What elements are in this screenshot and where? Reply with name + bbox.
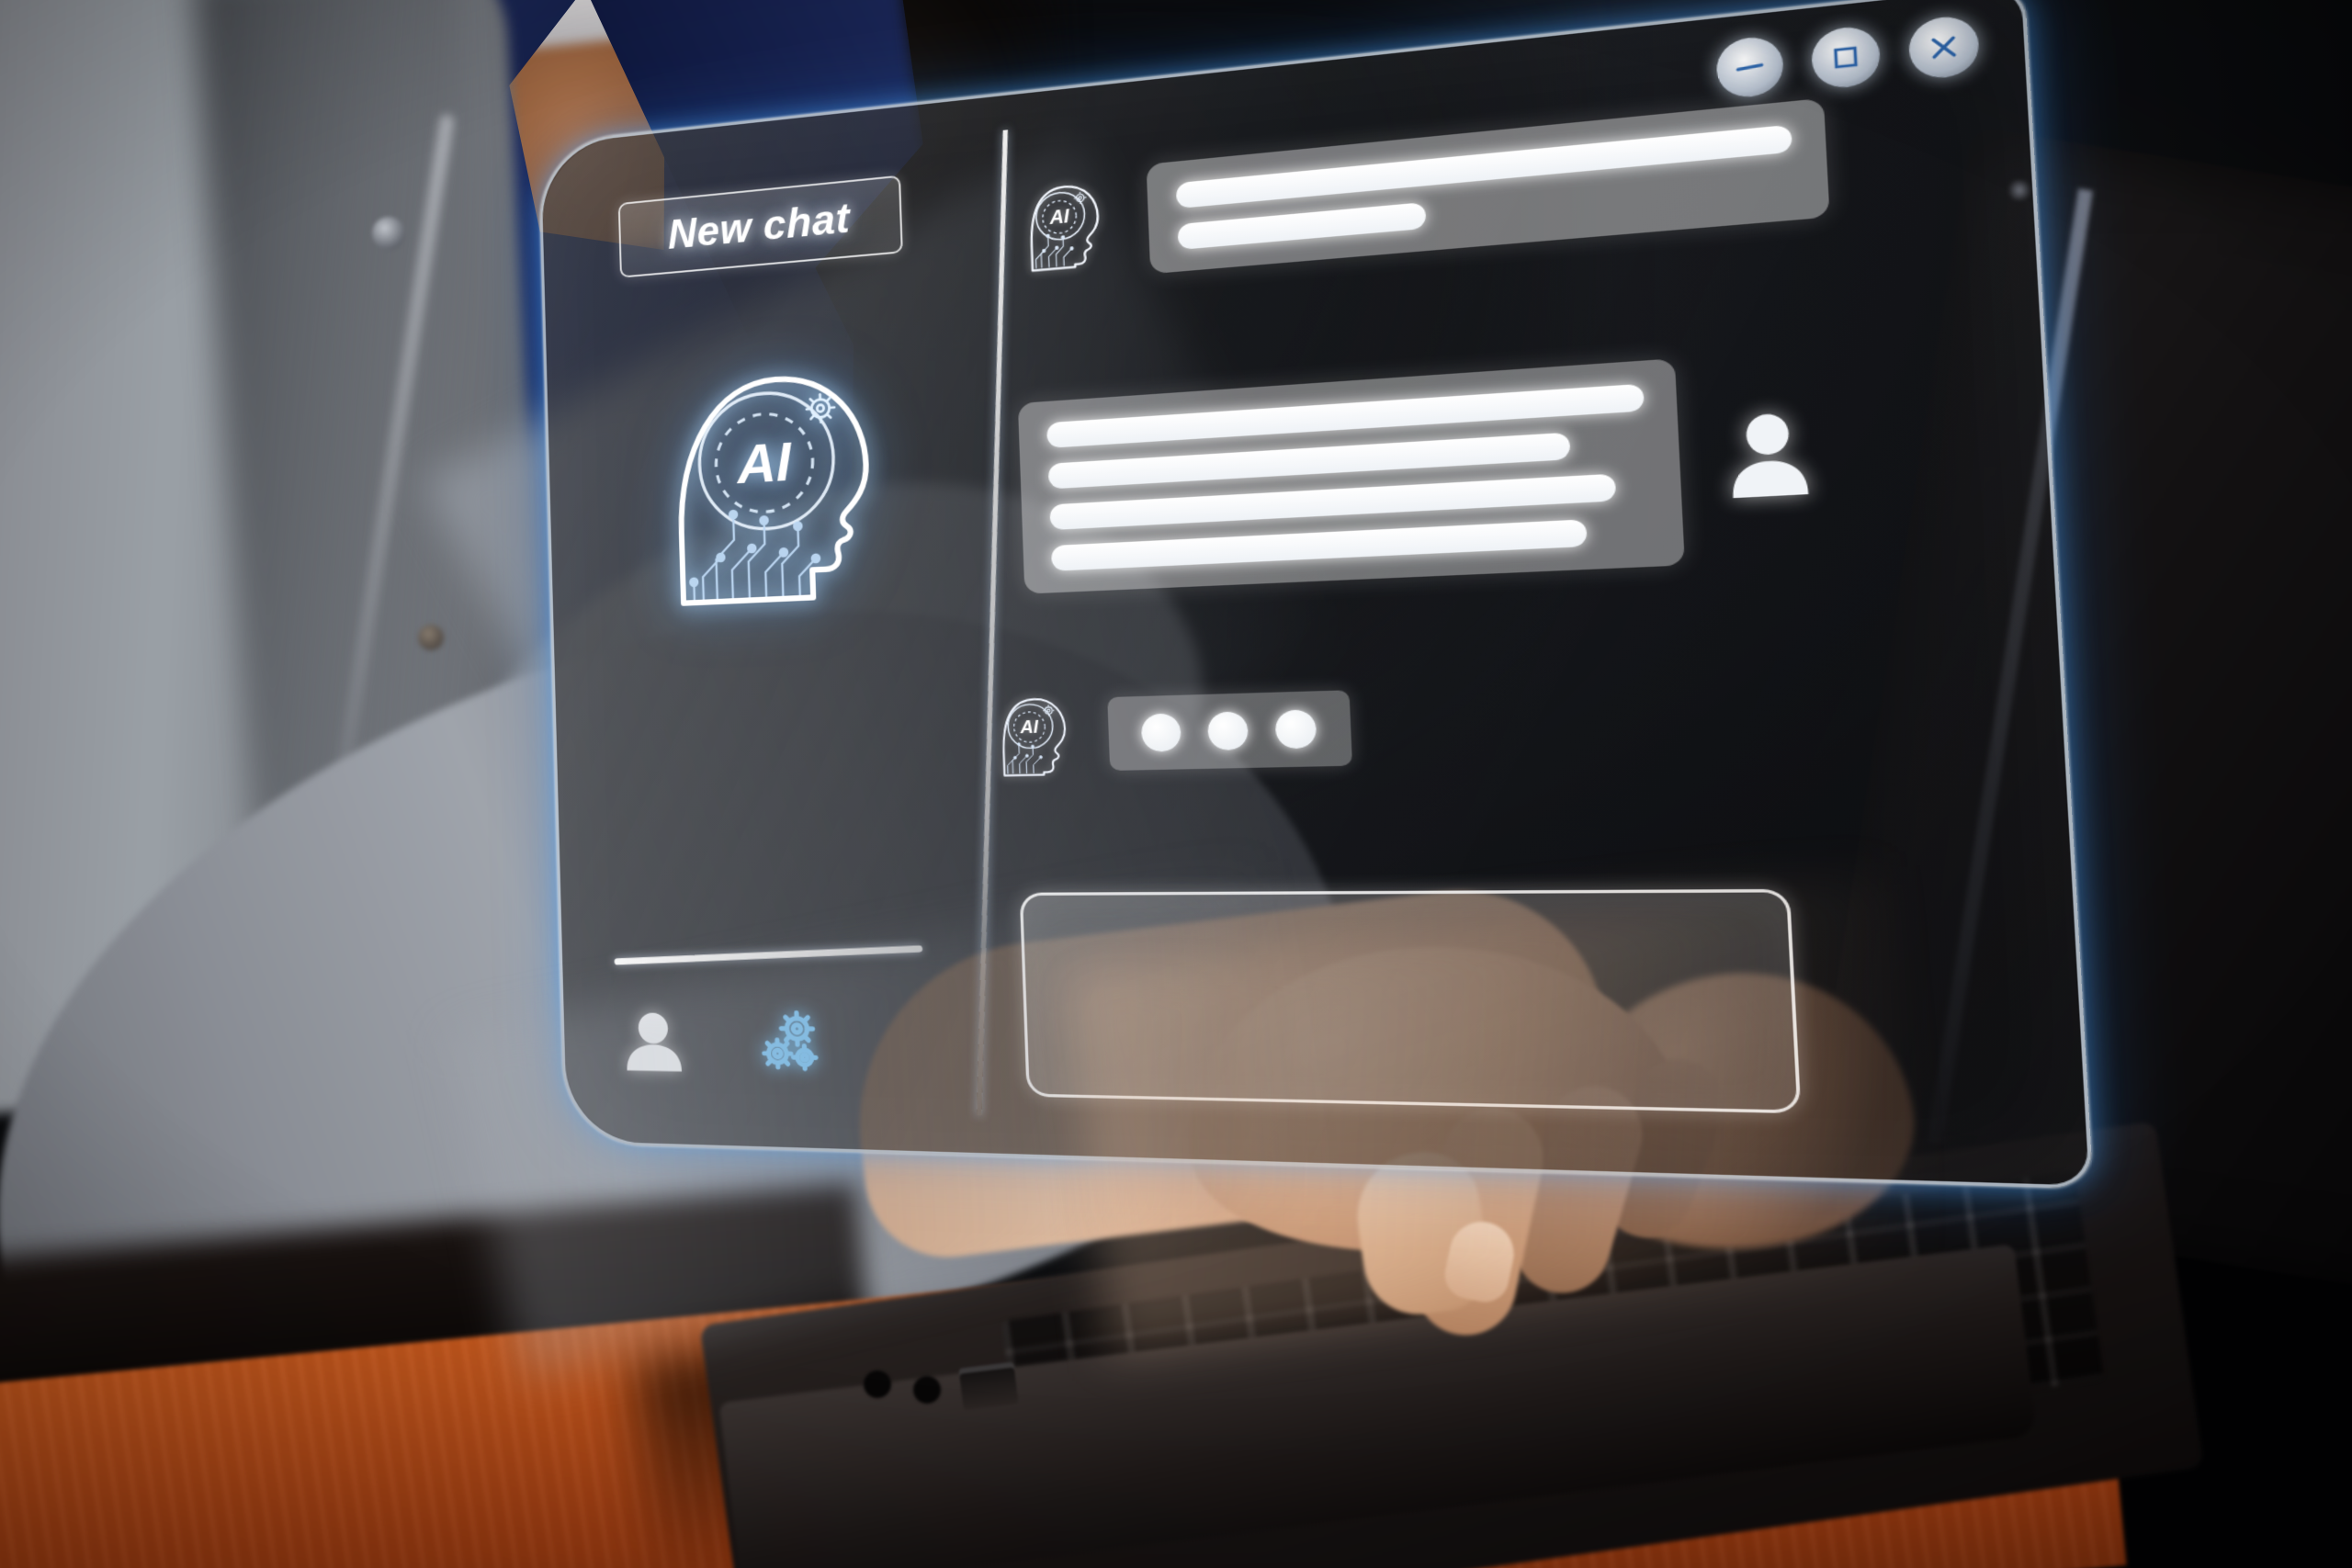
laptop-usb-port	[958, 1361, 1019, 1411]
message-line	[1175, 124, 1793, 209]
typing-dot	[1206, 710, 1250, 750]
new-chat-button[interactable]: New chat	[617, 175, 903, 278]
svg-text:AI: AI	[1019, 716, 1040, 737]
laptop-mic-port	[913, 1376, 941, 1404]
shirt-button-top	[372, 217, 405, 250]
typing-dot	[1274, 708, 1317, 749]
person-icon[interactable]	[619, 1005, 689, 1080]
sidebar-footer	[619, 1004, 827, 1085]
sidebar-divider	[614, 945, 923, 965]
message-line	[1050, 519, 1588, 571]
message-user	[1017, 349, 1824, 594]
message-bubble	[1146, 97, 1830, 275]
ai-head-icon: AI	[660, 321, 901, 618]
ai-head-icon: AI	[994, 684, 1076, 785]
message-assistant: AI	[1022, 97, 1830, 285]
ai-head-icon: AI	[1022, 168, 1110, 281]
svg-text:AI: AI	[1048, 207, 1070, 230]
new-chat-label: New chat	[667, 195, 851, 258]
message-assistant-typing: AI	[994, 676, 1352, 786]
ai-chat-window[interactable]: New chat AI AI AI	[537, 0, 2094, 1190]
typing-indicator	[1107, 689, 1352, 771]
laptop-audio-port	[864, 1371, 891, 1398]
person-icon	[1717, 404, 1820, 509]
message-bubble	[1017, 358, 1685, 594]
message-line	[1177, 202, 1427, 251]
sidebar: New chat AI	[541, 99, 1012, 1154]
typing-dot	[1140, 712, 1182, 752]
shirt-button-bottom	[418, 625, 444, 650]
message-input[interactable]	[1019, 888, 1802, 1114]
gears-icon[interactable]	[752, 1006, 827, 1085]
chat-panel: AI AI	[973, 0, 2089, 1186]
svg-text:AI: AI	[734, 431, 793, 495]
screenshot-stage: New chat AI AI AI	[0, 0, 2352, 1568]
